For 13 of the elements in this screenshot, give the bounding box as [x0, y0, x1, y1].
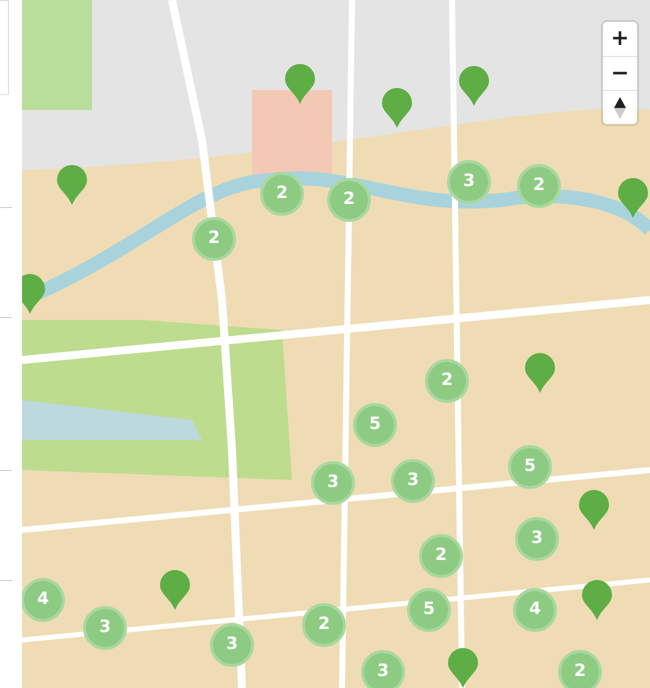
- map-pin-icon[interactable]: [448, 648, 478, 688]
- map-pin-icon[interactable]: [525, 353, 555, 393]
- map-pin-icon[interactable]: [618, 178, 648, 218]
- map-pin-icon[interactable]: [459, 66, 489, 106]
- map-pin-icon[interactable]: [22, 274, 45, 314]
- map-pin-icon[interactable]: [382, 88, 412, 128]
- map-pin-icon[interactable]: [582, 580, 612, 620]
- map-pin-icon[interactable]: [57, 165, 87, 205]
- map-pin-icon[interactable]: [160, 570, 190, 610]
- map-pin-icon[interactable]: [579, 490, 609, 530]
- compass-icon: [614, 96, 626, 118]
- compass-button[interactable]: [603, 90, 637, 124]
- map-pin-icon[interactable]: [285, 64, 315, 104]
